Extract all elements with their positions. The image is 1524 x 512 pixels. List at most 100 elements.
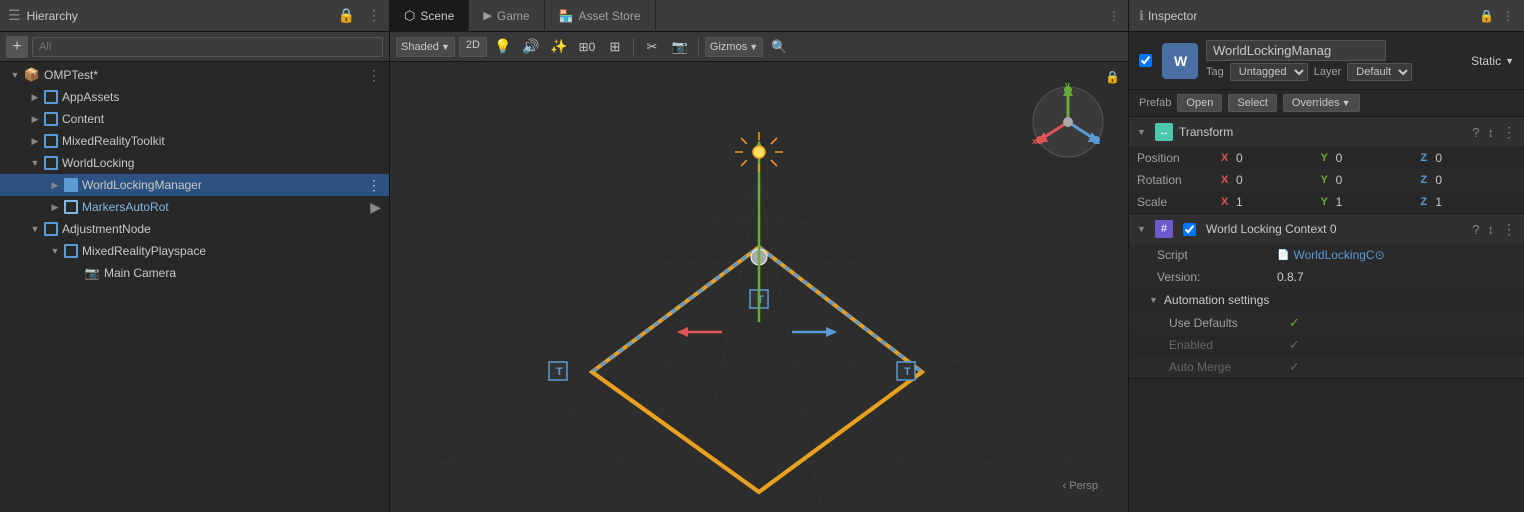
transform-more-icon[interactable]: ⋮: [1502, 124, 1516, 141]
script-value[interactable]: 📄 WorldLockingC⊙: [1277, 248, 1385, 262]
light-icon-button[interactable]: 💡: [491, 35, 515, 59]
more-button[interactable]: ▶: [370, 199, 381, 216]
tab-asset-store[interactable]: 🏪 Asset Store: [545, 0, 656, 32]
grid-icon-button[interactable]: ⊞: [603, 35, 627, 59]
inspector-header: ℹ Inspector 🔒 ⋮: [1129, 0, 1524, 32]
shading-dropdown[interactable]: Shaded ▼: [396, 37, 455, 57]
search-scene-button[interactable]: 🔍: [767, 35, 791, 59]
scale-x-value: 1: [1236, 195, 1243, 209]
prefab-label: Prefab: [1139, 97, 1171, 109]
version-label: Version:: [1157, 270, 1277, 284]
scene-tab-icon: ⬡: [404, 8, 415, 24]
wlc-more-icon[interactable]: ⋮: [1502, 221, 1516, 238]
layer-select[interactable]: Default: [1347, 63, 1412, 81]
world-locking-context-section: ▼ # World Locking Context 0 ? ↕ ⋮ Script…: [1129, 214, 1524, 379]
inspector-lock-icon[interactable]: 🔒: [1479, 9, 1494, 23]
overrides-button[interactable]: Overrides ▼: [1283, 94, 1360, 112]
tag-select[interactable]: Untagged: [1230, 63, 1308, 81]
move-icon-button[interactable]: ✂: [640, 35, 664, 59]
version-value: 0.8.7: [1277, 270, 1304, 284]
tree-item-worldlocking[interactable]: WorldLocking: [0, 152, 389, 174]
2d-button[interactable]: 2D: [459, 37, 487, 57]
scale-row: Scale X 1 Y 1 Z 1: [1129, 191, 1524, 213]
tab-more-button[interactable]: ⋮: [1108, 9, 1128, 23]
svg-text:T: T: [904, 366, 911, 378]
tab-scene[interactable]: ⬡ Scene: [390, 0, 469, 32]
object-icon: [64, 200, 78, 214]
tree-item-omptest[interactable]: 📦 OMPTest*: [0, 64, 389, 86]
stats-icon-button[interactable]: ⊞0: [575, 35, 599, 59]
tree-item-content[interactable]: Content: [0, 108, 389, 130]
game-tab-label: Game: [497, 9, 530, 23]
transform-actions: ? ↕ ⋮: [1472, 124, 1516, 141]
more-button[interactable]: [367, 67, 381, 84]
tree-item-adjustmentnode[interactable]: AdjustmentNode: [0, 218, 389, 240]
rotation-x-field[interactable]: X 0: [1217, 173, 1317, 187]
scale-x-field[interactable]: X 1: [1217, 195, 1317, 209]
svg-text:T: T: [556, 366, 563, 378]
game-tab-icon: ▶: [483, 9, 491, 22]
rotation-x-value: 0: [1236, 173, 1243, 187]
position-y-field[interactable]: Y 0: [1317, 151, 1417, 165]
camera-align-button[interactable]: 📷: [668, 35, 692, 59]
script-row: Script 📄 WorldLockingC⊙: [1129, 244, 1524, 266]
object-icon: [64, 244, 78, 258]
tree-item-mixedrealityplayspace[interactable]: MixedRealityPlayspace: [0, 240, 389, 262]
search-input[interactable]: [32, 37, 383, 57]
toolbar-divider: [633, 38, 634, 56]
wlc-title: World Locking Context 0: [1206, 222, 1466, 236]
rotation-z-field[interactable]: Z 0: [1416, 173, 1516, 187]
position-z-value: 0: [1435, 151, 1442, 165]
inspector-more-icon[interactable]: ⋮: [1502, 9, 1514, 23]
scene-tabs: ⬡ Scene ▶ Game 🏪 Asset Store ⋮: [390, 0, 1128, 32]
wlc-header[interactable]: ▼ # World Locking Context 0 ? ↕ ⋮: [1129, 214, 1524, 244]
effects-icon-button[interactable]: ✨: [547, 35, 571, 59]
tab-game[interactable]: ▶ Game: [469, 0, 544, 32]
tree-item-maincamera[interactable]: 📷 Main Camera: [0, 262, 389, 284]
add-button[interactable]: +: [6, 36, 28, 58]
asset-store-icon: 🏪: [559, 9, 574, 23]
persp-label: ‹ Persp: [1063, 480, 1098, 492]
more-button[interactable]: [367, 177, 381, 194]
position-x-field[interactable]: X 0: [1217, 151, 1317, 165]
static-dropdown-icon[interactable]: ▼: [1505, 56, 1514, 66]
fold-arrow: [8, 68, 22, 82]
scale-z-field[interactable]: Z 1: [1416, 195, 1516, 209]
fold-arrow: [28, 222, 42, 236]
tag-label: Tag: [1206, 66, 1224, 78]
item-label: Main Camera: [104, 266, 176, 280]
select-prefab-button[interactable]: Select: [1228, 94, 1277, 112]
object-icon: [44, 222, 58, 236]
hierarchy-title: Hierarchy: [27, 9, 78, 23]
use-defaults-label: Use Defaults: [1169, 316, 1289, 330]
wlc-help-icon[interactable]: ?: [1472, 222, 1479, 237]
wlc-enabled-checkbox[interactable]: [1183, 223, 1196, 236]
object-icon: 📦: [24, 67, 40, 83]
transform-help-icon[interactable]: ?: [1472, 125, 1479, 140]
object-enabled-checkbox[interactable]: [1139, 54, 1152, 67]
x-axis-label: X: [1221, 152, 1233, 164]
scale-y-field[interactable]: Y 1: [1317, 195, 1417, 209]
tree-item-appassets[interactable]: AppAssets: [0, 86, 389, 108]
transform-header[interactable]: ▼ ↔ Transform ? ↕ ⋮: [1129, 117, 1524, 147]
rotation-y-field[interactable]: Y 0: [1317, 173, 1417, 187]
tree-item-mixedrealitytoolkit[interactable]: MixedRealityToolkit: [0, 130, 389, 152]
object-name-input[interactable]: [1206, 40, 1386, 61]
scene-tab-label: Scene: [420, 9, 454, 23]
scene-viewport[interactable]: T T T: [390, 62, 1128, 512]
tree-item-markersautorot[interactable]: MarkersAutoRot ▶: [0, 196, 389, 218]
transform-title: Transform: [1179, 125, 1466, 139]
wlc-actions: ? ↕ ⋮: [1472, 221, 1516, 238]
open-prefab-button[interactable]: Open: [1177, 94, 1222, 112]
item-label: AppAssets: [62, 90, 119, 104]
gizmos-dropdown[interactable]: Gizmos ▼: [705, 37, 763, 57]
transform-align-icon[interactable]: ↕: [1488, 125, 1495, 140]
wlc-align-icon[interactable]: ↕: [1488, 222, 1495, 237]
audio-icon-button[interactable]: 🔊: [519, 35, 543, 59]
camera-icon: 📷: [84, 265, 100, 281]
inspector-lock-area: 🔒 ⋮: [1479, 9, 1514, 23]
automation-settings-header[interactable]: ▼ Automation settings: [1129, 288, 1524, 312]
position-z-field[interactable]: Z 0: [1416, 151, 1516, 165]
prefab-bar: Prefab Open Select Overrides ▼: [1129, 90, 1524, 117]
tree-item-worldlockingmanager[interactable]: WorldLockingManager: [0, 174, 389, 196]
